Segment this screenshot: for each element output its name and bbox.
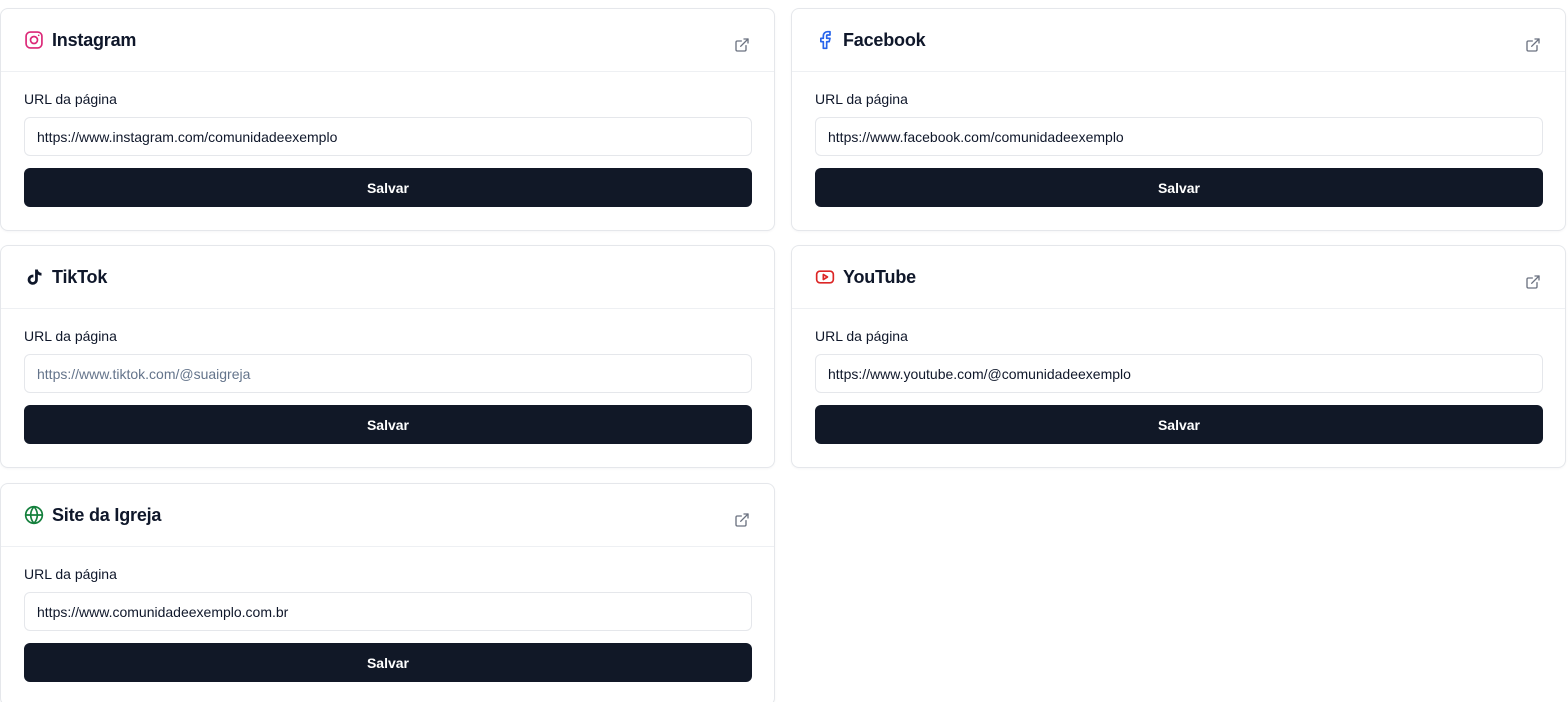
card-title: YouTube (843, 266, 916, 287)
card-title: TikTok (52, 266, 108, 287)
tiktok-card: TikTok URL da página Salvar (0, 245, 775, 468)
website-card: Site da Igreja URL da página Salvar (0, 483, 775, 702)
url-label: URL da página (24, 328, 117, 344)
external-link-icon[interactable] (734, 37, 750, 53)
tiktok-url-input[interactable] (24, 354, 752, 393)
card-title: Instagram (52, 29, 137, 50)
card-header: Instagram (1, 9, 774, 72)
website-url-input[interactable] (24, 592, 752, 631)
save-button[interactable]: Salvar (815, 168, 1543, 207)
youtube-icon (815, 267, 835, 287)
card-title: Site da Igreja (52, 504, 162, 525)
card-title: Facebook (843, 29, 926, 50)
facebook-icon (815, 30, 835, 50)
external-link-icon[interactable] (1525, 274, 1541, 290)
save-button[interactable]: Salvar (24, 405, 752, 444)
card-body: URL da página Salvar (792, 72, 1565, 230)
card-header: Facebook (792, 9, 1565, 72)
url-label: URL da página (24, 566, 117, 582)
instagram-icon (24, 30, 44, 50)
tiktok-icon (24, 267, 44, 287)
card-header: Site da Igreja (1, 484, 774, 547)
card-header: TikTok (1, 246, 774, 309)
card-body: URL da página Salvar (1, 547, 774, 702)
instagram-url-input[interactable] (24, 117, 752, 156)
card-body: URL da página Salvar (792, 309, 1565, 467)
card-body: URL da página Salvar (1, 309, 774, 467)
card-header: YouTube (792, 246, 1565, 309)
instagram-card: Instagram URL da página Salvar (0, 8, 775, 231)
youtube-card: YouTube URL da página Salvar (791, 245, 1566, 468)
globe-icon (24, 505, 44, 525)
social-links-grid: Instagram URL da página Salvar Facebo (0, 0, 1568, 702)
facebook-card: Facebook URL da página Salvar (791, 8, 1566, 231)
external-link-icon[interactable] (1525, 37, 1541, 53)
facebook-url-input[interactable] (815, 117, 1543, 156)
url-label: URL da página (24, 91, 117, 107)
external-link-icon[interactable] (734, 512, 750, 528)
save-button[interactable]: Salvar (24, 643, 752, 682)
url-label: URL da página (815, 328, 908, 344)
url-label: URL da página (815, 91, 908, 107)
save-button[interactable]: Salvar (24, 168, 752, 207)
save-button[interactable]: Salvar (815, 405, 1543, 444)
card-body: URL da página Salvar (1, 72, 774, 230)
youtube-url-input[interactable] (815, 354, 1543, 393)
